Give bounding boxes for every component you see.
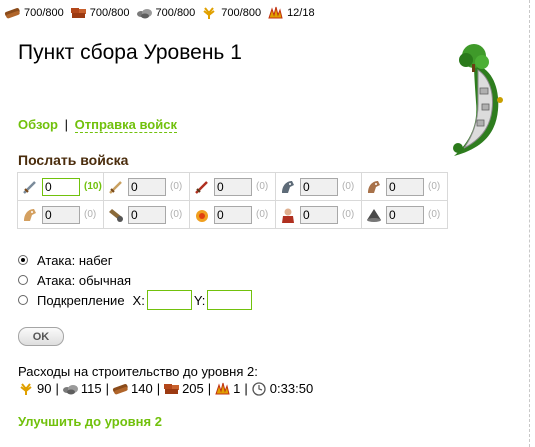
cost-iron: 115 [80,381,102,396]
option-normal-attack[interactable]: Атака: обычная [18,270,254,290]
unit-3-icon [195,180,208,194]
resource-wood: 700/800 [4,6,64,20]
unit-3-amount-input[interactable] [214,177,252,196]
ok-button[interactable]: OK [18,327,64,346]
iron-icon [62,384,78,394]
unit-4-icon [282,180,294,193]
resource-clay: 700/800 [70,6,130,20]
resource-crop: 700/800 [201,6,261,20]
overview-link[interactable]: Обзор [18,117,58,132]
troop-cell: (0) [189,172,276,201]
troop-cell: (10) [17,172,104,201]
troop-cell: (0) [275,172,362,201]
cost-clay: 205 [182,381,204,396]
wood-icon [112,383,128,394]
troop-cell: (0) [17,200,104,229]
troop-cell: (0) [103,200,190,229]
building-nav: Обзор | Отправка войск [18,117,177,133]
unit-2-available: (0) [170,181,183,192]
unit-8-available: (0) [256,209,269,220]
cost-separator: | [105,381,109,396]
x-coord-label: X: [132,292,145,308]
cost-separator: | [55,381,59,396]
unit-5-icon [368,180,380,193]
unit-7-icon [109,208,123,222]
unit-4-amount-input[interactable] [300,177,338,196]
raid-radio[interactable] [18,255,28,265]
upgrade-costs: 90 | 115 | 140 | 205 | 1 | 0:33:50 [18,381,316,396]
unit-1-available-link[interactable]: (10) [84,181,102,192]
unit-5-available: (0) [428,181,441,192]
unit-9-available: (0) [342,209,355,220]
clay-icon [164,383,180,394]
unit-10-icon [367,208,381,222]
troops-row-2: (0) (0) (0) (0) (0) [17,200,448,229]
cost-separator: | [207,381,212,396]
normal-attack-radio[interactable] [18,275,28,285]
resource-bar: 700/800 700/800 700/800 700/800 12/18 [4,4,321,22]
cost-separator: | [244,381,248,396]
resource-iron: 700/800 [136,6,195,20]
unit-9-icon [282,208,294,223]
troop-cell: (0) [361,200,448,229]
troop-cell: (0) [361,172,448,201]
unit-3-available: (0) [256,181,269,192]
x-coordinate-input[interactable] [146,290,192,310]
troop-cell: (0) [275,200,362,229]
reinforcement-label: Подкрепление [37,292,125,308]
unit-10-available: (0) [428,209,441,220]
clock-icon [252,381,266,396]
unit-10-amount-input[interactable] [386,205,424,224]
option-raid[interactable]: Атака: набег [18,250,254,270]
attack-options: Атака: набег Атака: обычная Подкрепление… [18,250,254,310]
cost-crop: 90 [37,381,52,396]
option-reinforcement[interactable]: Подкрепление X: Y: [18,290,254,310]
normal-attack-label: Атака: обычная [37,272,132,288]
troops-table: (10) (0) (0) (0) (0) (0) [17,172,448,229]
y-coordinate-input[interactable] [207,290,253,310]
cost-time: 0:33:50 [269,381,314,396]
population-icon [215,382,230,394]
raid-label: Атака: набег [37,252,113,268]
wood-icon [4,8,20,19]
unit-2-icon [109,180,122,194]
unit-6-icon [24,208,36,221]
cost-population: 1 [233,381,241,396]
clay-icon [70,8,86,18]
nav-separator: | [64,117,69,132]
troops-row-1: (10) (0) (0) (0) (0) [17,172,448,201]
y-coord-label: Y: [193,292,206,308]
upgrade-link[interactable]: Улучшить до уровня 2 [18,414,162,429]
upgrade-costs-heading: Расходы на строительство до уровня 2: [18,364,258,379]
rally-point-building-image [453,44,503,156]
unit-9-amount-input[interactable] [300,205,338,224]
unit-1-icon [23,180,36,194]
unit-2-amount-input[interactable] [128,177,166,196]
crop-icon [203,7,215,19]
send-troops-link[interactable]: Отправка войск [74,117,177,133]
resource-population: 12/18 [267,6,315,20]
cost-separator: | [156,381,161,396]
population-icon [268,6,283,19]
troop-cell: (0) [189,200,276,229]
unit-7-amount-input[interactable] [128,205,166,224]
unit-7-available: (0) [170,209,183,220]
unit-6-available: (0) [84,209,97,220]
unit-5-amount-input[interactable] [386,177,424,196]
reinforcement-radio[interactable] [18,295,28,305]
troop-cell: (0) [103,172,190,201]
unit-1-amount-input[interactable] [42,177,80,196]
unit-8-icon [196,209,208,222]
unit-4-available: (0) [342,181,355,192]
crop-icon [20,382,32,395]
unit-8-amount-input[interactable] [214,205,252,224]
send-troops-heading: Послать войска [18,152,129,168]
page-title: Пункт сбора Уровень 1 [18,41,242,64]
iron-icon [136,9,152,19]
unit-6-amount-input[interactable] [42,205,80,224]
cost-wood: 140 [130,381,153,396]
